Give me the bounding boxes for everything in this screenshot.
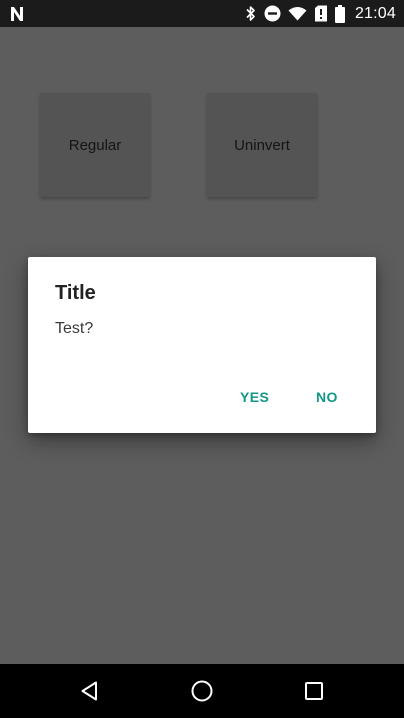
wifi-icon [288, 6, 307, 21]
dialog-message: Test? [55, 320, 94, 337]
alert-dialog: Title Test? YES NO [28, 257, 376, 433]
regular-button[interactable]: Regular [40, 93, 150, 197]
recents-icon[interactable] [301, 678, 327, 704]
home-icon[interactable] [189, 678, 215, 704]
status-bar: 21:04 [0, 0, 404, 27]
back-icon[interactable] [77, 678, 103, 704]
uninvert-button[interactable]: Uninvert [207, 93, 317, 197]
dialog-title: Title [55, 282, 96, 304]
no-sim-icon [314, 5, 328, 22]
navigation-bar [0, 664, 404, 718]
status-icons: 21:04 [245, 3, 396, 24]
no-button[interactable]: NO [316, 389, 338, 405]
status-clock: 21:04 [354, 4, 396, 22]
regular-button-label: Regular [68, 136, 122, 154]
battery-icon [334, 4, 345, 23]
bluetooth-icon [245, 5, 257, 22]
yes-button[interactable]: YES [240, 389, 269, 405]
uninvert-button-label: Uninvert [234, 136, 290, 154]
do-not-disturb-icon [264, 5, 281, 22]
notification-n-icon [9, 6, 25, 22]
